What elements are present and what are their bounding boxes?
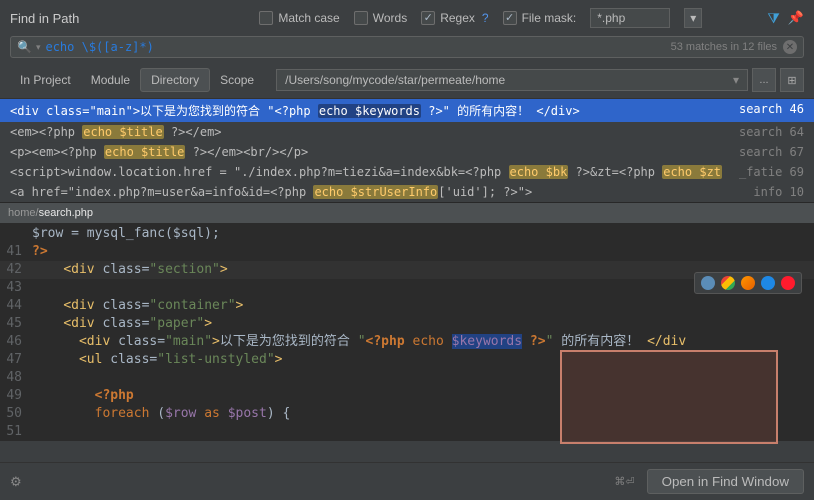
result-code: <div class="main">以下是为您找到的符合 "<?php echo… — [10, 102, 729, 119]
search-query-text[interactable]: echo \$([a-z]*) — [45, 40, 670, 54]
preview-file-path: home/search.php — [0, 203, 814, 223]
code-line: 46 <div class="main">以下是为您找到的符合 "<?php e… — [0, 333, 814, 351]
shortcut-hint: ⌘⏎ — [614, 475, 634, 488]
line-number: 49 — [0, 387, 32, 405]
filter-icon[interactable]: ⧩ — [767, 10, 780, 27]
filemask-dropdown[interactable]: ▾ — [684, 8, 702, 28]
result-row[interactable]: <p><em><?php echo $title ?></em><br/></p… — [0, 142, 814, 162]
words-checkbox[interactable]: Words — [354, 11, 407, 25]
results-list: <div class="main">以下是为您找到的符合 "<?php echo… — [0, 98, 814, 202]
result-file-label: search 64 — [729, 125, 804, 139]
line-number: 47 — [0, 351, 32, 369]
regex-help-icon[interactable]: ? — [482, 11, 489, 25]
line-number: 51 — [0, 423, 32, 441]
line-number: 45 — [0, 315, 32, 333]
line-number — [0, 225, 32, 243]
words-label: Words — [373, 11, 407, 25]
checkbox-checked-icon — [503, 11, 517, 25]
result-count: 53 matches in 12 files — [671, 41, 777, 53]
line-number: 46 — [0, 333, 32, 351]
search-input[interactable]: 🔍 ▾ echo \$([a-z]*) 53 matches in 12 fil… — [10, 36, 804, 58]
checkbox-icon — [259, 11, 273, 25]
result-row[interactable]: <script>window.location.href = "./index.… — [0, 162, 814, 182]
result-row[interactable]: <div class="main">以下是为您找到的符合 "<?php echo… — [0, 99, 814, 122]
checkbox-icon — [354, 11, 368, 25]
code-line: 44 <div class="container"> — [0, 297, 814, 315]
tab-in-project[interactable]: In Project — [10, 69, 81, 91]
code-line: 43 — [0, 279, 814, 297]
checkbox-checked-icon — [421, 11, 435, 25]
code-line: 41?> — [0, 243, 814, 261]
tab-module[interactable]: Module — [81, 69, 140, 91]
highlight-overlay — [560, 350, 778, 444]
code-content: <div class="paper"> — [32, 315, 814, 333]
dialog-title: Find in Path — [10, 11, 79, 26]
result-file-label: search 67 — [729, 145, 804, 159]
clear-icon[interactable]: ✕ — [783, 40, 797, 54]
line-number: 48 — [0, 369, 32, 387]
pin-icon[interactable]: 📌 — [788, 10, 804, 26]
match-case-checkbox[interactable]: Match case — [259, 11, 339, 25]
settings-icon[interactable]: ⚙ — [10, 474, 22, 490]
preview-filename: search.php — [39, 207, 93, 219]
chrome-icon[interactable] — [721, 276, 735, 290]
line-number: 43 — [0, 279, 32, 297]
result-row[interactable]: <a href="index.php?m=user&a=info&id=<?ph… — [0, 182, 814, 202]
line-number: 42 — [0, 261, 32, 279]
result-file-label: search 46 — [729, 102, 804, 119]
result-code: <a href="index.php?m=user&a=info&id=<?ph… — [10, 185, 743, 199]
edge-icon[interactable] — [701, 276, 715, 290]
result-file-label: info 10 — [743, 185, 804, 199]
line-number: 50 — [0, 405, 32, 423]
result-row[interactable]: <em><?php echo $title ?></em>search 64 — [0, 122, 814, 142]
tree-button[interactable]: ⊞ — [780, 68, 804, 92]
browser-icons-toolbar — [694, 272, 802, 294]
safari-icon[interactable] — [761, 276, 775, 290]
opera-icon[interactable] — [781, 276, 795, 290]
firefox-icon[interactable] — [741, 276, 755, 290]
line-number: 44 — [0, 297, 32, 315]
code-line: 42 <div class="section"> — [0, 261, 814, 279]
code-content: ?> — [32, 243, 814, 261]
result-code: <script>window.location.href = "./index.… — [10, 165, 729, 179]
chevron-down-icon[interactable]: ▾ — [733, 73, 739, 87]
tab-scope[interactable]: Scope — [210, 69, 264, 91]
result-code: <p><em><?php echo $title ?></em><br/></p… — [10, 145, 729, 159]
search-icon: 🔍 — [17, 40, 32, 54]
history-dropdown-icon[interactable]: ▾ — [36, 42, 41, 53]
match-case-label: Match case — [278, 11, 339, 25]
directory-path-text: /Users/song/mycode/star/permeate/home — [285, 73, 733, 87]
code-content: $row = mysql_fanc($sql); — [32, 225, 814, 243]
filemask-input[interactable] — [590, 8, 670, 28]
result-file-label: _fatie 69 — [729, 165, 804, 179]
preview-path-prefix: home/ — [8, 207, 39, 219]
result-code: <em><?php echo $title ?></em> — [10, 125, 729, 139]
directory-path-input[interactable]: /Users/song/mycode/star/permeate/home ▾ — [276, 69, 748, 91]
filemask-checkbox[interactable]: File mask: — [503, 11, 577, 25]
code-line: 45 <div class="paper"> — [0, 315, 814, 333]
regex-checkbox[interactable]: Regex ? — [421, 11, 488, 25]
open-in-find-window-button[interactable]: Open in Find Window — [647, 469, 804, 494]
filemask-label: File mask: — [522, 11, 577, 25]
tab-directory[interactable]: Directory — [140, 68, 210, 92]
line-number: 41 — [0, 243, 32, 261]
code-content: <div class="container"> — [32, 297, 814, 315]
code-content: <div class="main">以下是为您找到的符合 "<?php echo… — [32, 333, 814, 351]
regex-label: Regex — [440, 11, 475, 25]
browse-button[interactable]: ... — [752, 68, 776, 92]
code-line: $row = mysql_fanc($sql); — [0, 225, 814, 243]
